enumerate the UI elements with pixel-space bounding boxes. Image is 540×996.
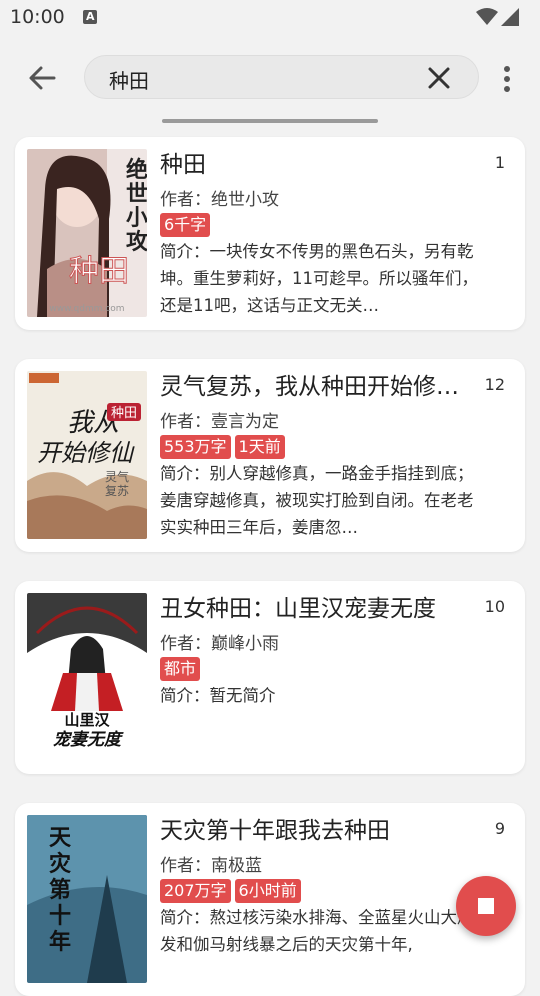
book-title: 灵气复苏，我从种田开始修…: [160, 374, 459, 400]
svg-text:灾: 灾: [49, 851, 72, 877]
book-intro: 简介：熬过核污染水排海、全蓝星火山大爆发和伽马射线暴之后的天灾第十年,: [160, 908, 474, 954]
book-tags: 都市: [160, 657, 201, 681]
svg-text:第: 第: [49, 877, 71, 903]
search-query[interactable]: 种田: [109, 65, 149, 94]
book-card[interactable]: 我从 开始修仙 种田 灵气 复苏 灵气复苏，我从种田开始修… 12 作者：壹言为…: [15, 359, 525, 552]
book-card[interactable]: 天 灾 第 十 年 天灾第十年跟我去种田 9 作者：南极蓝 207万字 6小时前…: [15, 803, 525, 996]
status-time: 10:00: [10, 6, 65, 28]
search-input[interactable]: 种田: [84, 55, 479, 99]
category-tag: 都市: [160, 657, 201, 681]
close-icon[interactable]: [426, 65, 452, 91]
word-count-tag: 207万字: [160, 879, 231, 903]
svg-text:年: 年: [49, 929, 71, 955]
svg-text:宠妻无度: 宠妻无度: [53, 730, 124, 750]
back-arrow-icon[interactable]: [24, 60, 60, 96]
update-time-tag: 1天前: [234, 435, 285, 459]
book-tags: 6千字: [160, 213, 211, 237]
result-index: 1: [494, 153, 505, 172]
update-time-tag: 6小时前: [234, 879, 301, 903]
word-count-tag: 553万字: [160, 435, 231, 459]
loading-indicator: [162, 119, 378, 123]
book-tags: 553万字 1天前: [160, 435, 285, 459]
svg-text:www.qdmm.com: www.qdmm.com: [49, 304, 124, 314]
svg-text:山里汉: 山里汉: [64, 711, 110, 729]
result-index: 10: [484, 597, 505, 616]
svg-text:灵气: 灵气: [105, 469, 129, 484]
svg-text:十: 十: [49, 904, 71, 929]
svg-text:种田: 种田: [69, 254, 129, 289]
book-title: 丑女种田：山里汉宠妻无度: [160, 596, 436, 622]
svg-text:开始修仙: 开始修仙: [37, 439, 135, 467]
book-intro: 简介：一块传女不传男的黑色石头，另有乾坤。重生萝莉好，11可趁早。所以骚年们，还…: [160, 242, 478, 315]
book-intro: 简介：别人穿越修真，一路金手指挂到底；姜唐穿越修真，被现实打脸到自闭。在老老实实…: [160, 464, 474, 537]
book-author: 作者：绝世小攻: [160, 190, 279, 210]
wifi-icon: [476, 8, 498, 25]
svg-text:世: 世: [126, 182, 147, 207]
svg-text:天: 天: [49, 826, 72, 851]
result-index: 12: [484, 375, 505, 394]
svg-text:攻: 攻: [126, 229, 147, 255]
svg-text:复苏: 复苏: [105, 484, 129, 498]
book-card[interactable]: 山里汉 宠妻无度 丑女种田：山里汉宠妻无度 10 作者：巅峰小雨 都市 简介：暂…: [15, 581, 525, 774]
svg-text:小: 小: [126, 206, 147, 231]
book-card[interactable]: 绝 世 小 攻 种田 www.qdmm.com 种田 1 作者：绝世小攻 6千字…: [15, 137, 525, 330]
book-title: 天灾第十年跟我去种田: [160, 818, 390, 844]
book-intro: 简介：暂无简介: [160, 686, 276, 705]
book-author: 作者：南极蓝: [160, 856, 262, 876]
book-author: 作者：壹言为定: [160, 412, 279, 432]
status-bar: 10:00: [0, 0, 540, 36]
book-author: 作者：巅峰小雨: [160, 634, 279, 654]
search-header: 种田: [0, 36, 540, 120]
book-cover: 天 灾 第 十 年: [27, 815, 147, 983]
book-cover: 绝 世 小 攻 种田 www.qdmm.com: [27, 149, 147, 317]
notification-a-icon: [83, 10, 97, 24]
svg-text:绝: 绝: [126, 157, 147, 183]
book-cover: 山里汉 宠妻无度: [27, 593, 147, 761]
book-cover: 我从 开始修仙 种田 灵气 复苏: [27, 371, 147, 539]
book-tags: 207万字 6小时前: [160, 879, 301, 903]
stop-icon: [478, 898, 494, 914]
book-title: 种田: [160, 152, 206, 178]
signal-icon: [501, 8, 519, 26]
svg-text:种田: 种田: [111, 406, 137, 421]
word-count-tag: 6千字: [160, 213, 211, 237]
result-index: 9: [494, 819, 505, 838]
stop-search-button[interactable]: [456, 876, 516, 936]
more-vert-icon[interactable]: [496, 64, 518, 94]
